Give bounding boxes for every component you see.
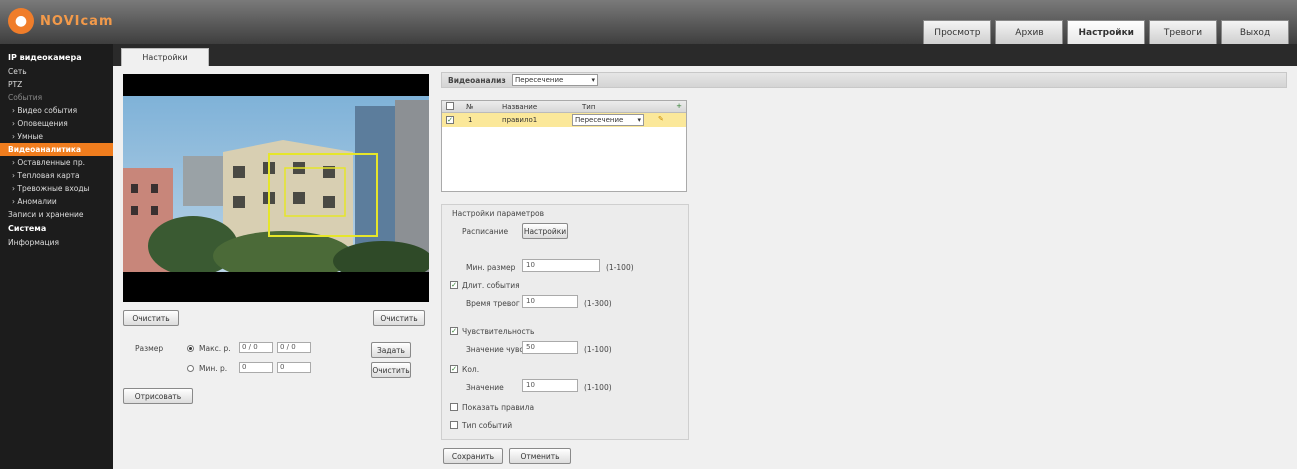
sidebar-item-heatmap[interactable]: › Тепловая карта [0, 169, 113, 182]
max-height-input[interactable]: 0 / 0 [277, 342, 311, 353]
time-range: (1-300) [584, 299, 612, 308]
fps-input[interactable]: 10 [522, 379, 578, 392]
camera-scene-image [123, 96, 429, 272]
logo-icon: ● [8, 8, 34, 34]
min-size-radio[interactable] [187, 365, 194, 372]
col-number: № [466, 103, 474, 111]
time-input[interactable]: 10 [522, 295, 578, 308]
schedule-button[interactable]: Настройки [522, 223, 568, 239]
fps-check-label: Кол. [462, 365, 480, 374]
min-size-param-label: Мин. размер [466, 263, 516, 272]
col-name: Название [502, 103, 538, 111]
reset-button[interactable]: Отменить [509, 448, 571, 464]
row-type-select[interactable]: Пересечение ▾ [572, 114, 644, 126]
sidebar-item-events[interactable]: События [0, 91, 113, 104]
sidebar-item-video-events[interactable]: › Видео события [0, 104, 113, 117]
add-rule-icon[interactable]: + [676, 102, 682, 110]
col-type: Тип [582, 103, 596, 111]
sidebar-item-video-analytics[interactable]: Видеоаналитика [0, 143, 113, 156]
top-bar: ● NOVIcam Просмотр Архив Настройки Трево… [0, 0, 1297, 44]
sensitivity-check-label: Чувствительность [462, 327, 535, 336]
sidebar-item-info[interactable]: Информация [0, 236, 113, 249]
nav-tab-settings[interactable]: Настройки [1067, 20, 1145, 44]
nav-tab-view[interactable]: Просмотр [923, 20, 992, 44]
min-size-range: (1-100) [606, 263, 634, 272]
min-size-label: Мин. р. [199, 364, 228, 373]
save-button[interactable]: Сохранить [443, 448, 503, 464]
set-button[interactable]: Задать [371, 342, 411, 358]
clear-size-button[interactable]: Очистить [371, 362, 411, 378]
sidebar-item-system[interactable]: Система [0, 221, 113, 236]
tab-settings[interactable]: Настройки [121, 48, 209, 66]
chevron-down-icon: ▾ [637, 116, 641, 124]
sidebar-item-smart[interactable]: › Умные [0, 130, 113, 143]
max-size-label: Макс. р. [199, 344, 231, 353]
sensitivity-range: (1-100) [584, 345, 612, 354]
chevron-down-icon: ▾ [591, 76, 595, 84]
sidebar: IP видеокамера Сеть PTZ События › Видео … [0, 44, 113, 469]
brand-logo: ● NOVIcam [8, 6, 114, 36]
analytics-type-value: Пересечение [515, 76, 564, 84]
schedule-label: Расписание [462, 227, 509, 236]
size-label: Размер [135, 344, 164, 353]
duration-checkbox[interactable]: ✓ [450, 281, 458, 289]
draw-button[interactable]: Отрисовать [123, 388, 193, 404]
show-rule-checkbox[interactable] [450, 403, 458, 411]
analytics-toolbar: Видеоанализ Пересечение ▾ [441, 72, 1287, 88]
edit-rule-icon[interactable]: ✎ [658, 115, 664, 123]
min-size-input[interactable]: 10 [522, 259, 600, 272]
group-title: Настройки параметров [452, 209, 545, 218]
fps-label: Значение [466, 383, 504, 392]
video-preview[interactable] [123, 74, 429, 302]
sidebar-item-notifications[interactable]: › Оповещения [0, 117, 113, 130]
sidebar-item-storage[interactable]: Записи и хранение [0, 208, 113, 221]
fps-checkbox[interactable]: ✓ [450, 365, 458, 373]
nav-tab-archive[interactable]: Архив [995, 20, 1064, 44]
record-label: Тип событий [462, 421, 513, 430]
duration-label: Длит. события [462, 281, 520, 290]
max-size-radio[interactable] [187, 345, 194, 352]
time-label: Время тревог [466, 299, 520, 308]
main-content: Очистить Очистить Размер Макс. р. 0 / 0 … [113, 66, 1297, 469]
row-name: правило1 [502, 116, 538, 124]
table-row[interactable]: ✓ 1 правило1 Пересечение ▾ ✎ [442, 113, 686, 127]
sensitivity-checkbox[interactable]: ✓ [450, 327, 458, 335]
row-number: 1 [468, 116, 473, 124]
max-width-input[interactable]: 0 / 0 [239, 342, 273, 353]
nav-tab-alarms[interactable]: Тревоги [1149, 20, 1217, 44]
sidebar-item-network[interactable]: Сеть [0, 65, 113, 78]
logo-text: NOVIcam [40, 13, 114, 29]
row-checkbox[interactable]: ✓ [446, 116, 454, 124]
row-type-value: Пересечение [575, 116, 624, 124]
clear-left-button[interactable]: Очистить [123, 310, 179, 326]
table-header: № Название Тип + [442, 101, 686, 113]
sidebar-item-ip-camera[interactable]: IP видеокамера [0, 50, 113, 65]
clear-right-button[interactable]: Очистить [373, 310, 425, 326]
select-all-checkbox[interactable] [446, 102, 454, 110]
show-rule-label: Показать правила [462, 403, 535, 412]
fps-range: (1-100) [584, 383, 612, 392]
sensitivity-input[interactable]: 50 [522, 341, 578, 354]
min-height-input[interactable]: 0 [277, 362, 311, 373]
analytics-type-select[interactable]: Пересечение ▾ [512, 74, 598, 86]
analytics-label: Видеоанализ [448, 76, 506, 85]
sidebar-item-left-objects[interactable]: › Оставленные пр. [0, 156, 113, 169]
main-nav: Просмотр Архив Настройки Тревоги Выход [923, 20, 1289, 44]
settings-group: Настройки параметров Расписание Настройк… [441, 204, 689, 440]
min-width-input[interactable]: 0 [239, 362, 273, 373]
sidebar-item-anomalies[interactable]: › Аномалии [0, 195, 113, 208]
record-checkbox[interactable] [450, 421, 458, 429]
sidebar-item-ptz[interactable]: PTZ [0, 78, 113, 91]
sidebar-item-alarm-inputs[interactable]: › Тревожные входы [0, 182, 113, 195]
subtab-strip: Настройки [113, 44, 1297, 66]
nav-tab-logout[interactable]: Выход [1221, 20, 1289, 44]
rules-table: № Название Тип + ✓ 1 правило1 Пересечени… [441, 100, 687, 192]
